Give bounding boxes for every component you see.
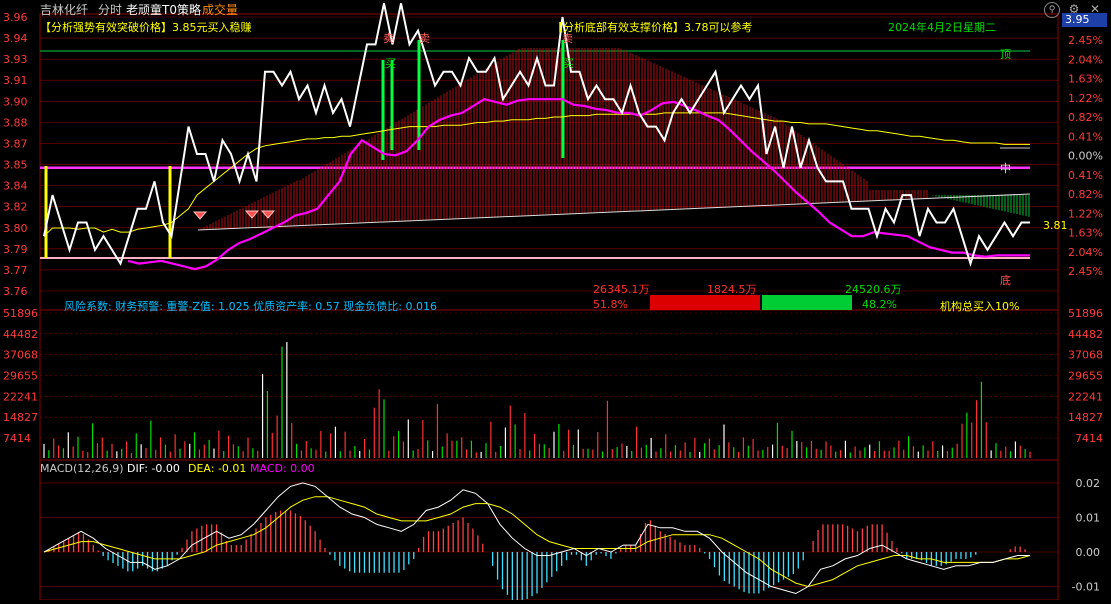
price-tick-label: 3.82 bbox=[3, 201, 28, 214]
inst-text: 机构总买入10% bbox=[940, 300, 1020, 313]
strategy-name[interactable]: 老顽童T0策略 bbox=[126, 1, 201, 18]
mid-amount: 1824.5万 bbox=[707, 283, 757, 296]
volume-panel-frame bbox=[39, 309, 1059, 461]
chart-stage: 3.96 3.94 3.93 3.91 3.90 3.88 3.87 3.85 3.84 3.82… bbox=[0, 0, 1111, 601]
price-tick-label: 3.94 bbox=[3, 32, 28, 45]
macd-value: MACD: 0.00 bbox=[250, 462, 315, 475]
price-tick-label: 3.88 bbox=[3, 116, 28, 129]
breakout-text: 【分析强势有效突破价格】3.85元买入稳赚 bbox=[40, 21, 252, 34]
pct-tick-label: 0.82% bbox=[1068, 188, 1103, 201]
macd-dea: DEA: -0.01 bbox=[188, 462, 247, 475]
buy-pct: 51.8% bbox=[593, 298, 628, 311]
sell-marker-2: 卖 bbox=[419, 32, 430, 45]
price-tick-label: 3.84 bbox=[3, 180, 28, 193]
pct-tick-label: 0.41% bbox=[1068, 130, 1103, 143]
gem-marker bbox=[244, 210, 260, 219]
price-tick-label: 3.77 bbox=[3, 264, 28, 277]
pct-tick-label: 2.45% bbox=[1068, 34, 1103, 47]
sell-amount: 24520.6万 bbox=[845, 283, 902, 296]
pct-tick-label: 2.04% bbox=[1068, 246, 1103, 259]
macd-tick-label: -0.01 bbox=[1072, 581, 1100, 594]
price-tick-label: 3.79 bbox=[3, 243, 28, 256]
price-tick-label: 3.76 bbox=[3, 285, 28, 298]
volume-tick-label: 14827 bbox=[3, 411, 38, 424]
price-tick-label: 3.85 bbox=[3, 159, 28, 172]
bottom-label: 底 bbox=[1000, 274, 1011, 287]
pct-tick-label: 1.22% bbox=[1068, 92, 1103, 105]
pct-tick-label: 1.22% bbox=[1068, 207, 1103, 220]
sell-amount-bar bbox=[762, 295, 852, 310]
pct-tick-label: 0.00% bbox=[1068, 150, 1103, 163]
macd-dif: DIF: -0.00 bbox=[127, 462, 180, 475]
buy-amount: 26345.1万 bbox=[593, 283, 650, 296]
pct-tick-label: 2.04% bbox=[1068, 53, 1103, 66]
volume-tick-label: 44482 bbox=[3, 328, 38, 341]
fan-base-line bbox=[197, 193, 1031, 231]
volume-tick-label-right: 7414 bbox=[1075, 432, 1103, 445]
pct-tick-label: 1.63% bbox=[1068, 227, 1103, 240]
macd-tick-label: 0.02 bbox=[1076, 477, 1101, 490]
mid-label: 中 bbox=[1000, 162, 1011, 175]
volume-tick-label-right: 51896 bbox=[1068, 307, 1103, 320]
buy-marker-2: 买 bbox=[563, 57, 574, 70]
sell-marker-1: 卖 bbox=[383, 32, 394, 45]
volume-tick-label-right: 44482 bbox=[1068, 328, 1103, 341]
volume-tick-label: 37068 bbox=[3, 349, 38, 362]
volume-tick-label-right: 29655 bbox=[1068, 370, 1103, 383]
volume-tick-label: 29655 bbox=[3, 370, 38, 383]
search-icon[interactable]: ⚲ bbox=[1044, 2, 1060, 18]
volume-tick-label-right: 14827 bbox=[1068, 411, 1103, 424]
current-price-tag: 3.95 bbox=[1062, 13, 1107, 27]
volume-tick-label: 22241 bbox=[3, 390, 38, 403]
buy-amount-bar bbox=[650, 295, 760, 310]
price-tick-label: 3.90 bbox=[3, 95, 28, 108]
mode-tab[interactable]: 分时 bbox=[98, 1, 122, 18]
date-text: 2024年4月2日星期二 bbox=[888, 21, 996, 34]
macd-name: MACD(12,26,9) bbox=[40, 462, 124, 475]
macd-tick-label: 0.00 bbox=[1076, 546, 1101, 559]
sell-pct: 48.2% bbox=[862, 298, 897, 311]
sell-marker-3: 卖 bbox=[562, 32, 573, 45]
volume-tick-label-right: 22241 bbox=[1068, 390, 1103, 403]
volume-tab[interactable]: 成交量 bbox=[202, 1, 238, 18]
pct-tick-label: 2.45% bbox=[1068, 265, 1103, 278]
price-tag-label: 3.81 bbox=[1043, 219, 1068, 232]
factor-text: 风险系数: 财务预警: 重警-Z值: 1.025 优质资产率: 0.57 现金负… bbox=[64, 300, 437, 313]
pct-tick-label: 0.82% bbox=[1068, 111, 1103, 124]
price-tick-label: 3.93 bbox=[3, 53, 28, 66]
pct-tick-label: 0.41% bbox=[1068, 169, 1103, 182]
price-tick-label: 3.96 bbox=[3, 11, 28, 24]
support-text: 【分析底部有效支撑价格】3.78可以参考 bbox=[552, 21, 753, 34]
buy-marker-1: 买 bbox=[385, 57, 396, 70]
pct-tick-label: 1.63% bbox=[1068, 73, 1103, 86]
price-tick-label: 3.91 bbox=[3, 74, 28, 87]
volume-tick-label: 51896 bbox=[3, 307, 38, 320]
top-label: 顶 bbox=[1000, 48, 1011, 61]
volume-tick-label: 7414 bbox=[3, 432, 31, 445]
stock-name: 吉林化纤 bbox=[40, 3, 89, 17]
gem-marker bbox=[192, 211, 208, 220]
price-tick-label: 3.80 bbox=[3, 222, 28, 235]
macd-tick-label: 0.01 bbox=[1076, 511, 1101, 524]
macd-panel-frame bbox=[39, 459, 1059, 601]
volume-tick-label-right: 37068 bbox=[1068, 349, 1103, 362]
price-tick-label: 3.87 bbox=[3, 137, 28, 150]
